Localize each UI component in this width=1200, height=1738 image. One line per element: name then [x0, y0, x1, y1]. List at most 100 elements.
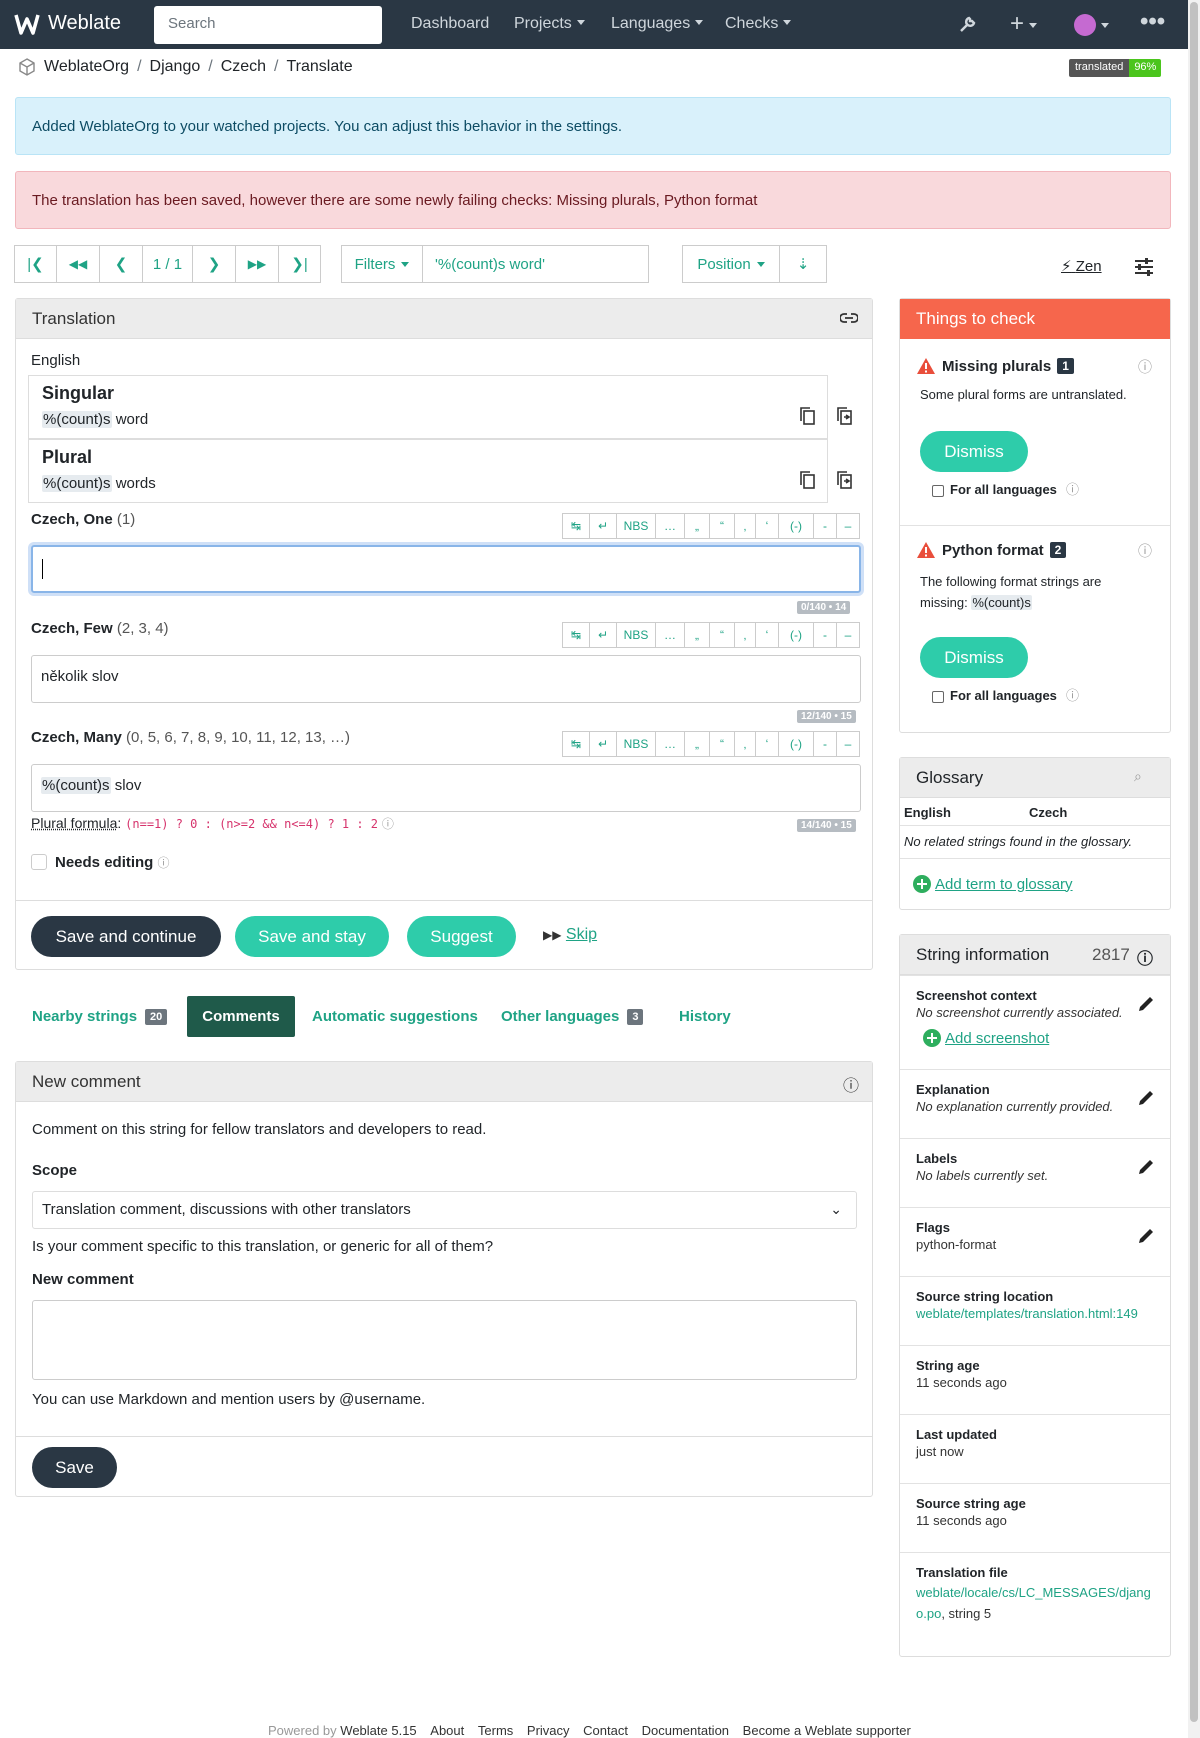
copy-icon[interactable]	[799, 407, 816, 426]
prev-string-button[interactable]: ❮	[99, 245, 143, 283]
special-char-button[interactable]: “	[709, 731, 735, 757]
crumb-translate[interactable]: Translate	[287, 58, 353, 76]
special-char-button[interactable]: ‚	[734, 731, 756, 757]
scrollbar-thumb[interactable]	[1190, 2, 1198, 1722]
special-char-button[interactable]: „	[684, 513, 710, 539]
info-icon[interactable]: ⓘ	[843, 1072, 859, 1096]
special-char-button[interactable]: ↵	[589, 513, 617, 539]
special-char-button[interactable]: ‘	[755, 513, 779, 539]
filters-dropdown[interactable]: Filters	[341, 245, 423, 283]
special-char-button[interactable]: …	[655, 731, 685, 757]
special-char-button[interactable]: …	[655, 513, 685, 539]
wrench-icon[interactable]	[957, 15, 977, 35]
tab-nearby-strings[interactable]: Nearby strings 20	[32, 996, 168, 1037]
footer-documentation[interactable]: Documentation	[642, 1723, 729, 1738]
footer-privacy[interactable]: Privacy	[527, 1723, 570, 1738]
prev-page-button[interactable]: ◀◀	[56, 245, 100, 283]
tab-comments[interactable]: Comments	[187, 996, 295, 1037]
special-char-button[interactable]: „	[684, 731, 710, 757]
special-char-button[interactable]: NBS	[616, 731, 656, 757]
add-menu-icon[interactable]: +	[1010, 10, 1037, 38]
page-scrollbar[interactable]	[1188, 0, 1200, 1738]
more-menu-icon[interactable]: •••	[1140, 8, 1165, 36]
next-page-button[interactable]: ▶▶	[235, 245, 279, 283]
suggest-button[interactable]: Suggest	[407, 916, 516, 957]
special-char-button[interactable]: “	[709, 622, 735, 648]
source-location-link[interactable]: weblate/templates/translation.html:149	[916, 1306, 1154, 1321]
special-char-button[interactable]: ↹	[562, 731, 590, 757]
sort-direction-button[interactable]: ⇣	[779, 245, 827, 283]
plural-formula-label[interactable]: Plural formula	[31, 815, 117, 831]
needs-editing-checkbox[interactable]	[31, 854, 47, 870]
special-char-button[interactable]: ↹	[562, 513, 590, 539]
crumb-component[interactable]: Django	[150, 58, 201, 76]
save-and-stay-button[interactable]: Save and stay	[235, 916, 389, 957]
translation-input-one[interactable]	[31, 545, 861, 593]
user-caret-icon[interactable]	[1101, 23, 1109, 28]
footer-terms[interactable]: Terms	[478, 1723, 513, 1738]
special-char-button[interactable]: –	[836, 513, 860, 539]
crumb-project[interactable]: WeblateOrg	[44, 58, 129, 76]
special-char-button[interactable]: ↵	[589, 731, 617, 757]
special-char-button[interactable]: (-)	[778, 731, 814, 757]
footer-about[interactable]: About	[430, 1723, 464, 1738]
info-icon[interactable]: ⓘ	[382, 817, 394, 831]
edit-pencil-icon[interactable]	[1136, 994, 1156, 1014]
special-char-button[interactable]: -	[813, 622, 837, 648]
nav-dashboard[interactable]: Dashboard	[411, 15, 489, 33]
special-char-button[interactable]: NBS	[616, 513, 656, 539]
special-char-button[interactable]: ↹	[562, 622, 590, 648]
special-char-button[interactable]: -	[813, 731, 837, 757]
crumb-language[interactable]: Czech	[221, 58, 266, 76]
special-char-button[interactable]: NBS	[616, 622, 656, 648]
save-comment-button[interactable]: Save	[32, 1447, 117, 1488]
copy-icon[interactable]	[799, 471, 816, 490]
search-input[interactable]: Search	[154, 6, 382, 44]
special-char-button[interactable]: ‚	[734, 513, 756, 539]
link-icon[interactable]	[840, 311, 858, 325]
nav-languages[interactable]: Languages	[611, 15, 703, 33]
special-char-button[interactable]: -	[813, 513, 837, 539]
zen-mode-button[interactable]: ⚡︎ Zen	[1061, 257, 1102, 275]
info-icon[interactable]: ⓘ	[1138, 357, 1152, 377]
special-char-button[interactable]: …	[655, 622, 685, 648]
last-string-button[interactable]: ❯|	[278, 245, 321, 283]
footer-contact[interactable]: Contact	[583, 1723, 628, 1738]
info-icon[interactable]: ⓘ	[1137, 945, 1153, 969]
translated-badge[interactable]: translated 96%	[1069, 59, 1162, 77]
info-icon[interactable]: ⓘ	[1066, 685, 1079, 704]
footer-supporter[interactable]: Become a Weblate supporter	[743, 1723, 911, 1738]
settings-sliders-icon[interactable]	[1134, 258, 1154, 276]
next-string-button[interactable]: ❯	[192, 245, 236, 283]
clone-to-translation-icon[interactable]	[836, 407, 853, 426]
file-link[interactable]: weblate/locale/cs/LC_MESSAGES/djang	[916, 1585, 1151, 1600]
clone-to-translation-icon[interactable]	[836, 471, 853, 490]
translation-input-few[interactable]: několik slov	[31, 655, 861, 703]
edit-pencil-icon[interactable]	[1136, 1226, 1156, 1246]
save-and-continue-button[interactable]: Save and continue	[31, 916, 221, 957]
tab-other-languages[interactable]: Other languages 3	[501, 996, 644, 1037]
add-screenshot-link[interactable]: Add screenshot	[922, 1028, 1154, 1048]
special-char-button[interactable]: ‚	[734, 622, 756, 648]
skip-button[interactable]: ▶▶ Skip	[543, 926, 597, 944]
special-char-button[interactable]: –	[836, 622, 860, 648]
special-char-button[interactable]: –	[836, 731, 860, 757]
all-languages-checkbox[interactable]	[932, 691, 944, 703]
edit-pencil-icon[interactable]	[1136, 1088, 1156, 1108]
translation-input-many[interactable]: %(count)s slov	[31, 764, 861, 812]
special-char-button[interactable]: (-)	[778, 622, 814, 648]
nav-projects[interactable]: Projects	[514, 15, 585, 33]
footer-version-link[interactable]: Weblate 5.15	[340, 1723, 416, 1738]
dismiss-button[interactable]: Dismiss	[920, 431, 1028, 472]
special-char-button[interactable]: ‘	[755, 731, 779, 757]
info-icon[interactable]: ⓘ	[1138, 541, 1152, 561]
scope-select[interactable]: Translation comment, discussions with ot…	[32, 1191, 857, 1229]
comment-textarea[interactable]	[32, 1300, 857, 1380]
first-string-button[interactable]: |❮	[14, 245, 57, 283]
all-languages-checkbox[interactable]	[932, 485, 944, 497]
avatar[interactable]	[1074, 14, 1096, 36]
add-term-link[interactable]: Add term to glossary	[912, 874, 1073, 894]
special-char-button[interactable]: (-)	[778, 513, 814, 539]
query-input[interactable]: '%(count)s word'	[422, 245, 649, 283]
tab-history[interactable]: History	[679, 996, 731, 1037]
